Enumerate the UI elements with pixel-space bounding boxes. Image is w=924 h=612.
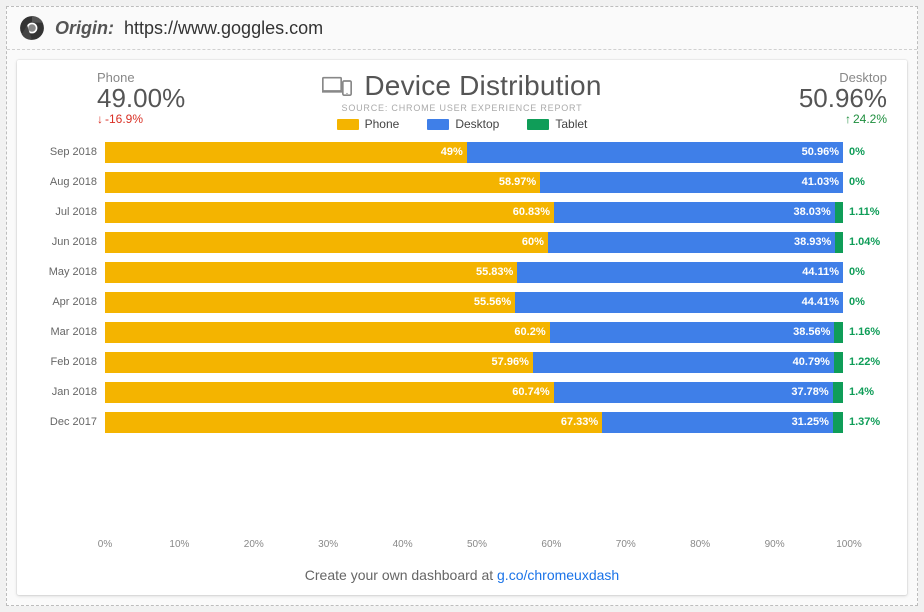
chart-row: Feb 201857.96%40.79% 1.22% [35,347,889,377]
axis-tick: 0% [98,539,112,550]
origin-url: https://www.goggles.com [124,18,323,39]
segment-desktop: 44.11% [517,262,843,283]
segment-desktop: 37.78% [554,382,833,403]
swatch-tablet [527,119,549,130]
segment-desktop: 44.41% [515,292,843,313]
segment-phone: 60.2% [105,322,550,343]
bar: 60.2%38.56% [105,322,843,343]
segment-tablet [833,382,843,403]
segment-phone: 57.96% [105,352,533,373]
segment-desktop: 31.25% [602,412,833,433]
axis-tick: 30% [318,539,338,550]
row-label: Feb 2018 [35,356,105,368]
row-label: Sep 2018 [35,146,105,158]
devices-icon [322,75,352,97]
chart-row: Jul 201860.83%38.03% 1.11% [35,197,889,227]
origin-bar: Origin: https://www.goggles.com [7,7,917,50]
segment-phone: 60% [105,232,548,253]
chart-subtitle: SOURCE: CHROME USER EXPERIENCE REPORT [35,103,889,113]
legend-tablet: Tablet [527,117,587,131]
dashboard-frame: Origin: https://www.goggles.com Phone 49… [6,6,918,606]
bar: 49%50.96% [105,142,843,163]
segment-phone: 60.83% [105,202,554,223]
bar: 60%38.93% [105,232,843,253]
chart-row: Dec 201767.33%31.25% 1.37% [35,407,889,437]
segment-tablet [835,202,843,223]
bar: 55.83%44.11% [105,262,843,283]
bar: 60.83%38.03% [105,202,843,223]
swatch-desktop [427,119,449,130]
chart-row: Aug 201858.97%41.03% 0% [35,167,889,197]
footer-link[interactable]: g.co/chromeuxdash [497,567,619,583]
axis-tick: 10% [169,539,189,550]
chart-row: Mar 201860.2%38.56% 1.16% [35,317,889,347]
row-label: Jul 2018 [35,206,105,218]
legend-phone: Phone [337,117,400,131]
axis-tick: 70% [616,539,636,550]
axis-tick: 40% [393,539,413,550]
axis-tick: 20% [244,539,264,550]
axis-tick: 80% [690,539,710,550]
axis-tick: 60% [541,539,561,550]
legend: Phone Desktop Tablet [35,117,889,131]
chart-row: Apr 201855.56%44.41% 0% [35,287,889,317]
row-label: Apr 2018 [35,296,105,308]
tablet-value-label: 1.37% [849,416,889,428]
row-label: Dec 2017 [35,416,105,428]
axis-tick: 50% [467,539,487,550]
chrome-icon [19,15,45,41]
row-label: May 2018 [35,266,105,278]
segment-desktop: 41.03% [540,172,843,193]
tablet-value-label: 0% [849,296,889,308]
chart-row: Sep 201849%50.96% 0% [35,137,889,167]
bar: 67.33%31.25% [105,412,843,433]
segment-desktop: 50.96% [467,142,843,163]
tablet-value-label: 1.4% [849,386,889,398]
segment-desktop: 40.79% [533,352,834,373]
tablet-value-label: 0% [849,146,889,158]
bar: 58.97%41.03% [105,172,843,193]
segment-phone: 55.83% [105,262,517,283]
segment-phone: 49% [105,142,467,163]
axis-tick: 100% [836,539,862,550]
chart-row: Jun 201860%38.93% 1.04% [35,227,889,257]
segment-tablet [833,412,843,433]
segment-phone: 60.74% [105,382,554,403]
chart-row: May 201855.83%44.11% 0% [35,257,889,287]
segment-tablet [834,352,843,373]
tablet-value-label: 1.22% [849,356,889,368]
segment-desktop: 38.93% [548,232,835,253]
swatch-phone [337,119,359,130]
footer: Create your own dashboard at g.co/chrome… [35,557,889,587]
bar: 57.96%40.79% [105,352,843,373]
legend-desktop: Desktop [427,117,499,131]
bar: 55.56%44.41% [105,292,843,313]
chart-row: Jan 201860.74%37.78% 1.4% [35,377,889,407]
row-label: Jun 2018 [35,236,105,248]
row-label: Mar 2018 [35,326,105,338]
chart-title: Device Distribution [364,70,601,102]
segment-phone: 67.33% [105,412,602,433]
row-label: Jan 2018 [35,386,105,398]
segment-desktop: 38.03% [554,202,835,223]
segment-tablet [834,322,843,343]
chart-card: Phone 49.00% ↓ -16.9% Desktop 50.96% ↑ 2… [17,60,907,595]
segment-phone: 58.97% [105,172,540,193]
origin-label: Origin: [55,18,114,39]
row-label: Aug 2018 [35,176,105,188]
segment-desktop: 38.56% [550,322,835,343]
tablet-value-label: 1.04% [849,236,889,248]
axis-tick: 90% [765,539,785,550]
footer-text: Create your own dashboard at [305,567,497,583]
tablet-value-label: 0% [849,266,889,278]
tablet-value-label: 0% [849,176,889,188]
tablet-value-label: 1.11% [849,206,889,218]
bar: 60.74%37.78% [105,382,843,403]
chart-area: Sep 201849%50.96% 0% Aug 201858.97%41.03% 0… [35,137,889,557]
segment-phone: 55.56% [105,292,515,313]
segment-tablet [835,232,843,253]
tablet-value-label: 1.16% [849,326,889,338]
